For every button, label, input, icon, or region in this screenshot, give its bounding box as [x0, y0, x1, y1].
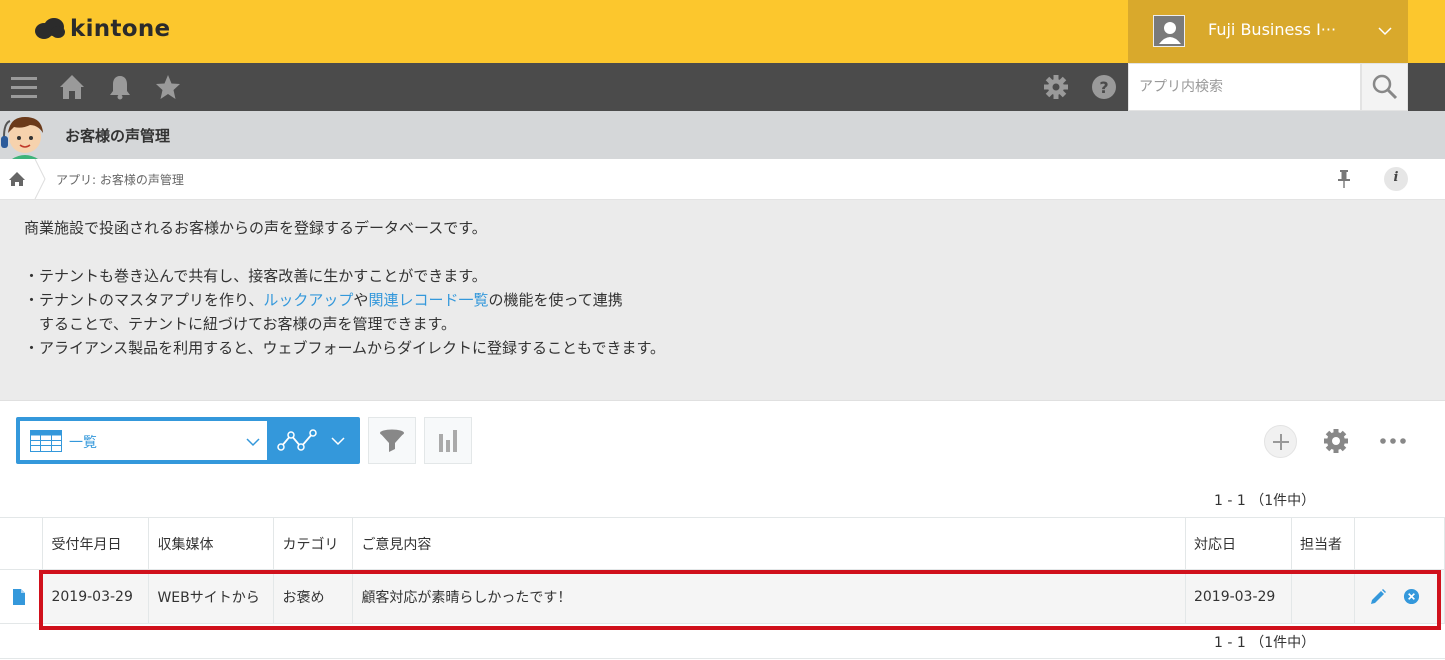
app-search-field[interactable]	[1128, 63, 1361, 111]
star-icon[interactable]	[155, 74, 181, 100]
table-cell: WEBサイトから	[148, 569, 275, 624]
graph-icon[interactable]	[276, 425, 318, 457]
home-icon[interactable]	[59, 74, 85, 100]
description-line: ・テナントのマスタアプリを作り、ルックアップや関連レコード一覧の機能を使って連携	[24, 289, 623, 310]
search-icon	[1372, 74, 1398, 100]
logo-text: kintone	[70, 16, 171, 42]
breadcrumb-separator	[34, 159, 46, 199]
table-view-icon	[30, 430, 62, 452]
column-header[interactable]: 収集媒体	[148, 517, 275, 570]
info-icon: i	[1393, 170, 1399, 185]
user-name: Fuji Business I···	[1208, 20, 1337, 39]
menu-icon[interactable]	[11, 74, 37, 100]
description-line: ・アライアンス製品を利用すると、ウェブフォームからダイレクトに登録することもでき…	[24, 339, 665, 357]
home-icon[interactable]	[8, 170, 26, 188]
records-table: 受付年月日 収集媒体 カテゴリ ご意見内容 対応日 担当者 2019-03-29…	[0, 517, 1445, 624]
kintone-logo[interactable]: kintone	[34, 16, 170, 42]
record-detail-cell[interactable]	[0, 569, 44, 624]
divider	[0, 658, 1445, 659]
app-info-button[interactable]: i	[1384, 167, 1408, 191]
delete-circle-icon[interactable]	[1403, 588, 1420, 605]
bell-icon[interactable]	[107, 74, 133, 100]
document-icon[interactable]	[12, 588, 26, 605]
row-actions	[1353, 569, 1445, 624]
user-icon	[1154, 16, 1184, 46]
breadcrumb-app-link[interactable]: アプリ: お客様の声管理	[56, 171, 184, 188]
pager-bottom: 1 - 1 （1件中）	[1214, 635, 1316, 651]
pin-icon[interactable]	[1335, 169, 1353, 189]
search-button[interactable]	[1361, 63, 1408, 111]
column-header[interactable]: カテゴリ	[273, 517, 354, 570]
pager-top: 1 - 1 （1件中）	[1214, 493, 1316, 509]
chevron-down-icon[interactable]	[331, 434, 345, 448]
table-row[interactable]: 2019-03-29 WEBサイトから お褒め 顧客対応が素晴らしかったです！ …	[0, 569, 1445, 624]
table-cell: 顧客対応が素晴らしかったです！	[352, 569, 1186, 624]
gear-icon[interactable]	[1043, 74, 1069, 100]
filter-button[interactable]	[368, 417, 416, 464]
bar-chart-icon	[439, 430, 457, 452]
lookup-link[interactable]: ルックアップ	[263, 291, 353, 309]
help-icon[interactable]: ?	[1091, 74, 1117, 100]
table-cell: 2019-03-29	[1184, 569, 1292, 624]
app-icon[interactable]	[0, 111, 50, 161]
column-header[interactable]: 担当者	[1290, 517, 1355, 570]
table-header-row: 受付年月日 収集媒体 カテゴリ ご意見内容 対応日 担当者	[0, 517, 1445, 570]
column-header[interactable]: ご意見内容	[352, 517, 1186, 570]
cloud-logo-icon	[35, 18, 65, 39]
top-header: kintone Fuji Business I···	[0, 0, 1445, 63]
more-options-icon[interactable]	[1379, 431, 1407, 451]
column-header[interactable]: 受付年月日	[42, 517, 150, 570]
add-record-button[interactable]	[1264, 425, 1297, 458]
app-description: 商業施設で投函されるお客様からの声を登録するデータベースです。 ・テナントも巻き…	[0, 200, 1445, 401]
app-title: お客様の声管理	[65, 127, 171, 145]
description-text: ・テナントのマスタアプリを作り、	[24, 291, 264, 309]
app-settings-gear-icon[interactable]	[1322, 427, 1350, 455]
filter-icon	[380, 429, 404, 452]
column-header[interactable]: 対応日	[1184, 517, 1292, 570]
description-line: ・テナントも巻き込んで共有し、接客改善に生かすことができます。	[24, 267, 487, 285]
view-dropdown[interactable]: 一覧	[20, 421, 267, 460]
description-line: することで、テナントに紐づけてお客様の声を管理できます。	[24, 315, 457, 333]
table-cell: 2019-03-29	[42, 569, 150, 624]
related-records-link[interactable]: 関連レコード一覧	[368, 291, 488, 309]
description-line: 商業施設で投函されるお客様からの声を登録するデータベースです。	[24, 219, 487, 237]
search-input[interactable]	[1129, 64, 1360, 110]
table-cell: お褒め	[273, 569, 354, 624]
plus-icon	[1273, 434, 1289, 450]
header-cell	[0, 517, 44, 570]
user-menu[interactable]: Fuji Business I···	[1128, 0, 1408, 63]
edit-pencil-icon[interactable]	[1369, 588, 1387, 606]
table-cell	[1290, 569, 1355, 624]
view-selector: 一覧	[16, 417, 360, 464]
user-avatar	[1153, 15, 1185, 47]
header-cell	[1353, 517, 1445, 570]
description-text: の機能を使って連携	[488, 291, 623, 309]
graph-button[interactable]	[424, 417, 472, 464]
svg-text:?: ?	[1099, 78, 1108, 97]
chevron-down-icon	[246, 438, 260, 447]
view-label: 一覧	[69, 435, 97, 451]
breadcrumb: アプリ: お客様の声管理	[0, 159, 1445, 200]
description-text: や	[353, 291, 369, 309]
app-title-bar	[0, 111, 1445, 159]
chevron-down-icon	[1378, 27, 1392, 36]
